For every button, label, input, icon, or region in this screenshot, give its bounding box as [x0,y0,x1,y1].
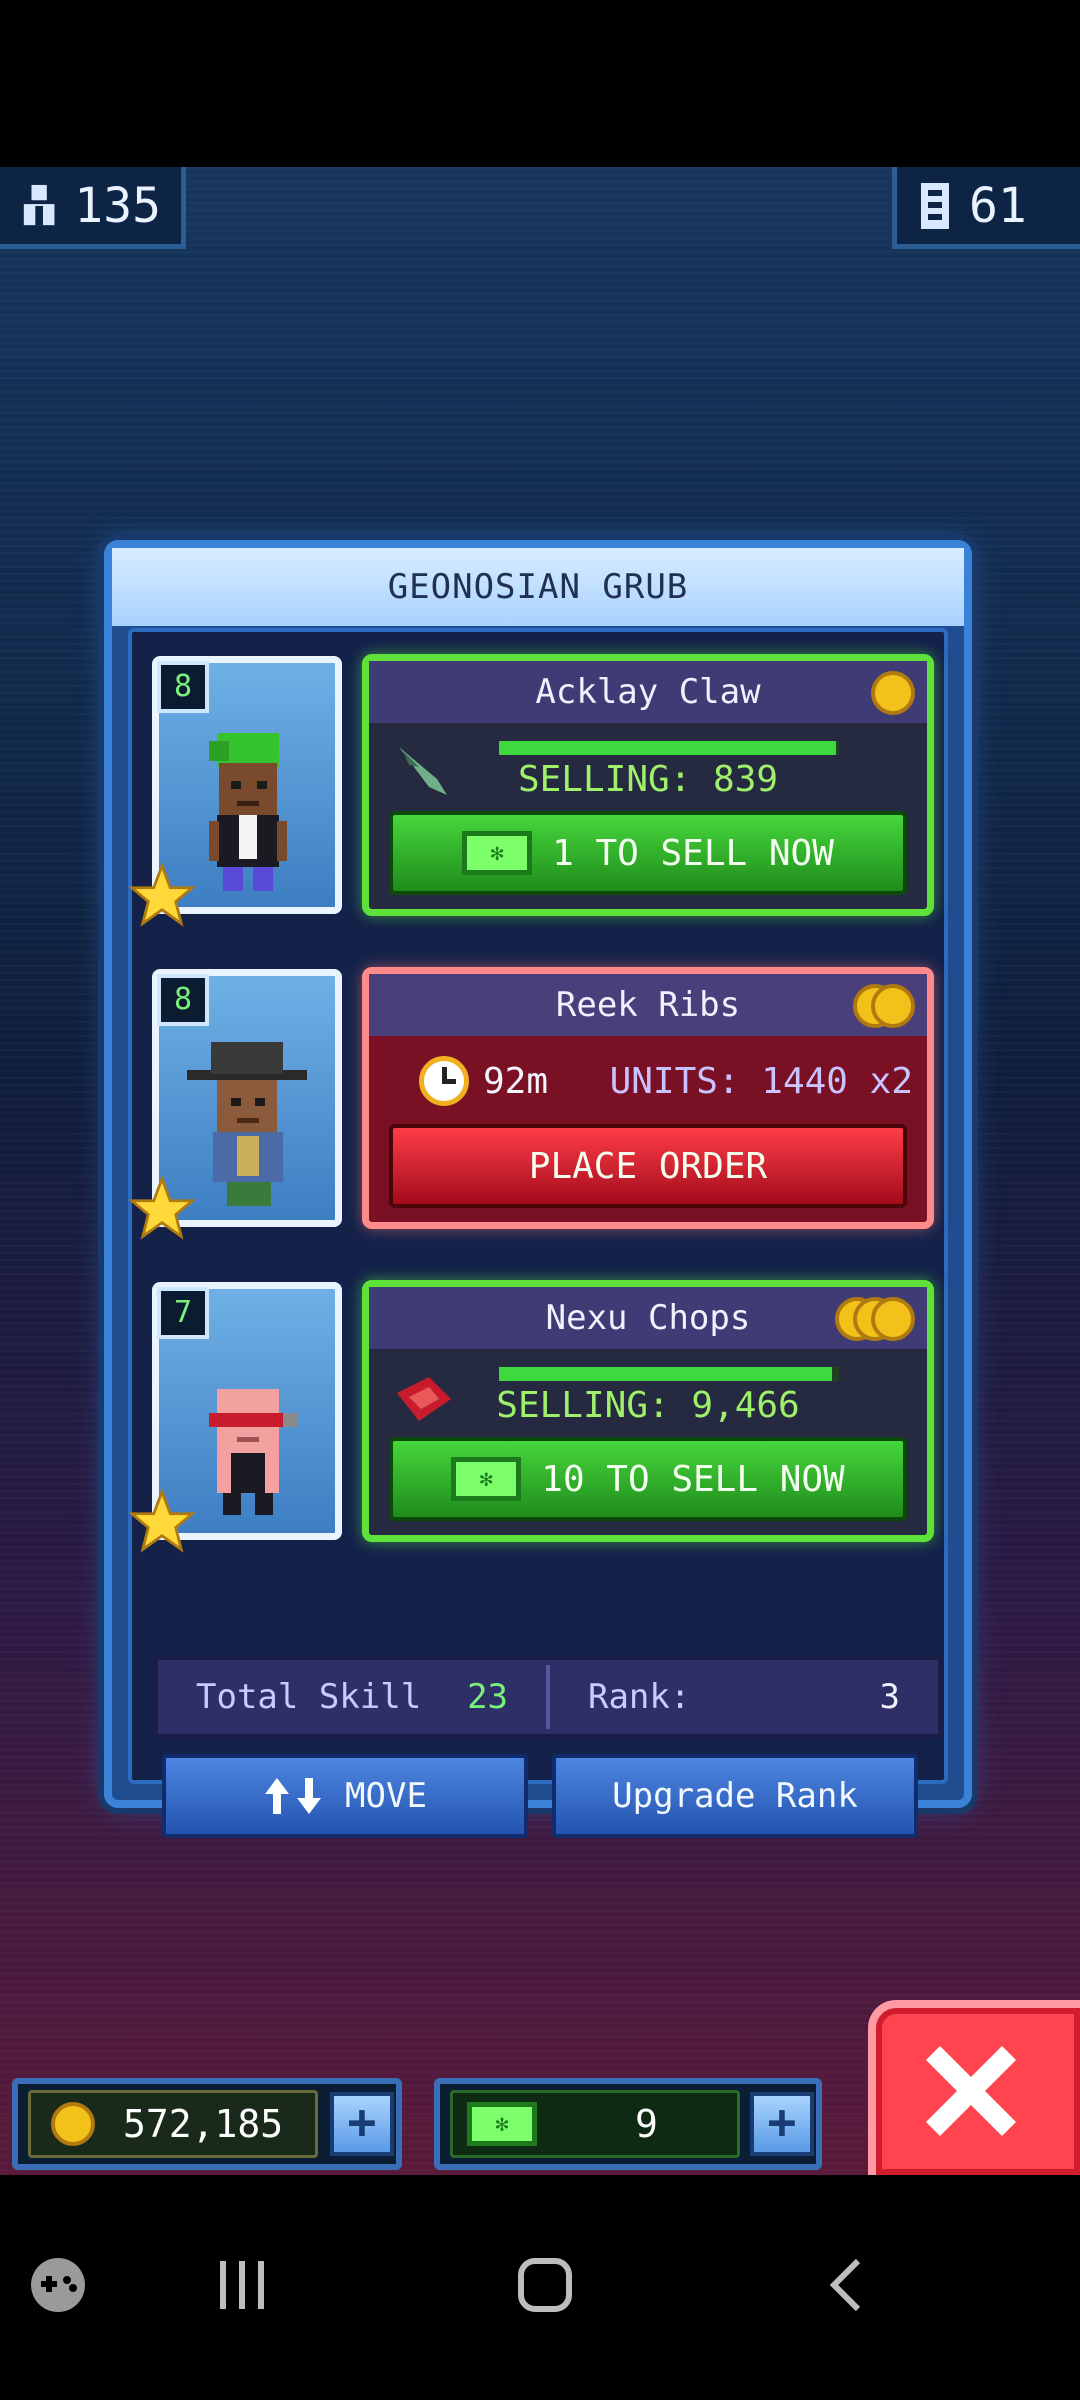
product-title-bar: Reek Ribs [369,974,927,1036]
sell-progress-fill [499,1367,833,1381]
store-row-1: 8 Acklay Claw SELLING: 839 ✻ 1 TO SELL N… [129,646,952,927]
back-icon [829,2258,861,2312]
sell-now-label: 1 TO SELL NOW [552,832,834,874]
person-icon [23,184,55,225]
population-value: 135 [74,177,161,234]
rank-value: 3 [879,1677,900,1717]
building-icon [921,182,949,229]
place-order-label: PLACE ORDER [528,1145,768,1187]
bux-icon: ✻ [451,1457,522,1501]
worker-portrait-3[interactable]: 7 [129,1282,342,1553]
move-label: MOVE [345,1776,427,1816]
product-title-bar: Nexu Chops [369,1287,927,1349]
worker-portrait-2[interactable]: 8 [129,969,342,1240]
product-name: Reek Ribs [555,985,741,1025]
coins-slot: 572,185 [28,2090,318,2158]
product-name: Nexu Chops [545,1298,751,1338]
floor-panel: GEONOSIAN GRUB 8 Acklay Claw SELLING: 83… [104,540,972,1838]
coin-tier-2-icon [853,984,915,1028]
rank-stat: Rank: 3 [550,1677,938,1717]
home-button[interactable] [495,2235,595,2335]
total-skill-label: Total Skill [196,1677,422,1717]
back-button[interactable] [798,2235,898,2335]
sell-now-label: 10 TO SELL NOW [541,1458,845,1500]
bux-icon: ✻ [462,831,533,875]
home-icon [518,2258,572,2312]
rank-label: Rank: [587,1677,691,1717]
upgrade-rank-button[interactable]: Upgrade Rank [552,1754,918,1838]
bux-value: 9 [635,2102,658,2146]
star-icon [129,1489,195,1553]
store-row-3: 7 Nexu Chops SELLING: 9,466 ✻ 10 TO SELL… [129,1272,952,1553]
star-icon [129,863,195,927]
clock-icon [419,1056,469,1106]
store-row-2: 8 Reek Ribs 92m UNITS: 1440 x2 PLACE ORD… [129,959,952,1240]
bux-icon: ✻ [467,2102,537,2146]
worker-level-badge: 7 [157,1287,209,1339]
recent-apps-button[interactable] [192,2235,292,2335]
restock-timer: 92m [483,1060,549,1102]
coins-value: 572,185 [123,2102,284,2146]
sell-now-button[interactable]: ✻ 1 TO SELL NOW [389,811,907,895]
units-text: UNITS: 1440 x2 [609,1060,913,1102]
sell-progress-bar [499,741,839,755]
star-icon [129,1176,195,1240]
bux-display: ✻ 9 + [434,2078,822,2170]
worker-level-badge: 8 [157,974,209,1026]
close-icon [926,2046,1016,2136]
floor-stats: Total Skill 23 Rank: 3 [154,1656,942,1738]
population-counter[interactable]: 135 [0,167,186,249]
product-title-bar: Acklay Claw [369,661,927,723]
sell-now-button[interactable]: ✻ 10 TO SELL NOW [389,1437,907,1521]
up-down-arrows-icon [265,1778,322,1814]
move-button[interactable]: MOVE [162,1754,528,1838]
place-order-button[interactable]: PLACE ORDER [389,1124,907,1208]
coin-tier-3-icon [835,1297,915,1341]
game-launcher-button[interactable] [8,2235,108,2335]
worker-avatar-1 [209,733,287,891]
bux-slot: ✻ 9 [450,2090,740,2158]
panel-title: GEONOSIAN GRUB [112,548,964,626]
worker-level-badge: 8 [157,661,209,713]
add-coins-button[interactable]: + [330,2092,394,2156]
order-info: 92m UNITS: 1440 x2 [369,1046,927,1116]
recent-apps-icon [220,2261,264,2309]
sell-progress-fill [499,741,836,755]
selling-status: SELLING: 9,466 [496,1385,800,1426]
coins-display: 572,185 + [12,2078,402,2170]
upgrade-rank-label: Upgrade Rank [612,1776,858,1816]
coin-tier-1-icon [871,671,915,715]
coin-icon [51,2102,95,2146]
floors-counter[interactable]: 61 [892,167,1080,249]
worker-avatar-3 [209,1389,297,1515]
close-button[interactable] [868,2000,1080,2175]
product-name: Acklay Claw [535,672,761,712]
panel-body: 8 Acklay Claw SELLING: 839 ✻ 1 TO SELL N… [128,628,948,1838]
worker-portrait-1[interactable]: 8 [129,656,342,927]
product-card-3: Nexu Chops SELLING: 9,466 ✻ 10 TO SELL N… [362,1280,934,1542]
total-skill-stat: Total Skill 23 [158,1677,546,1717]
gamepad-icon [31,2258,85,2312]
product-card-1: Acklay Claw SELLING: 839 ✻ 1 TO SELL NOW [362,654,934,916]
floors-value: 61 [969,177,1027,234]
product-card-2: Reek Ribs 92m UNITS: 1440 x2 PLACE ORDER [362,967,934,1229]
sell-progress-bar [499,1367,839,1381]
add-bux-button[interactable]: + [750,2092,814,2156]
selling-status: SELLING: 839 [517,759,779,800]
system-navigation-bar [0,2175,1080,2400]
worker-avatar-2 [187,1042,307,1206]
total-skill-value: 23 [467,1677,509,1717]
